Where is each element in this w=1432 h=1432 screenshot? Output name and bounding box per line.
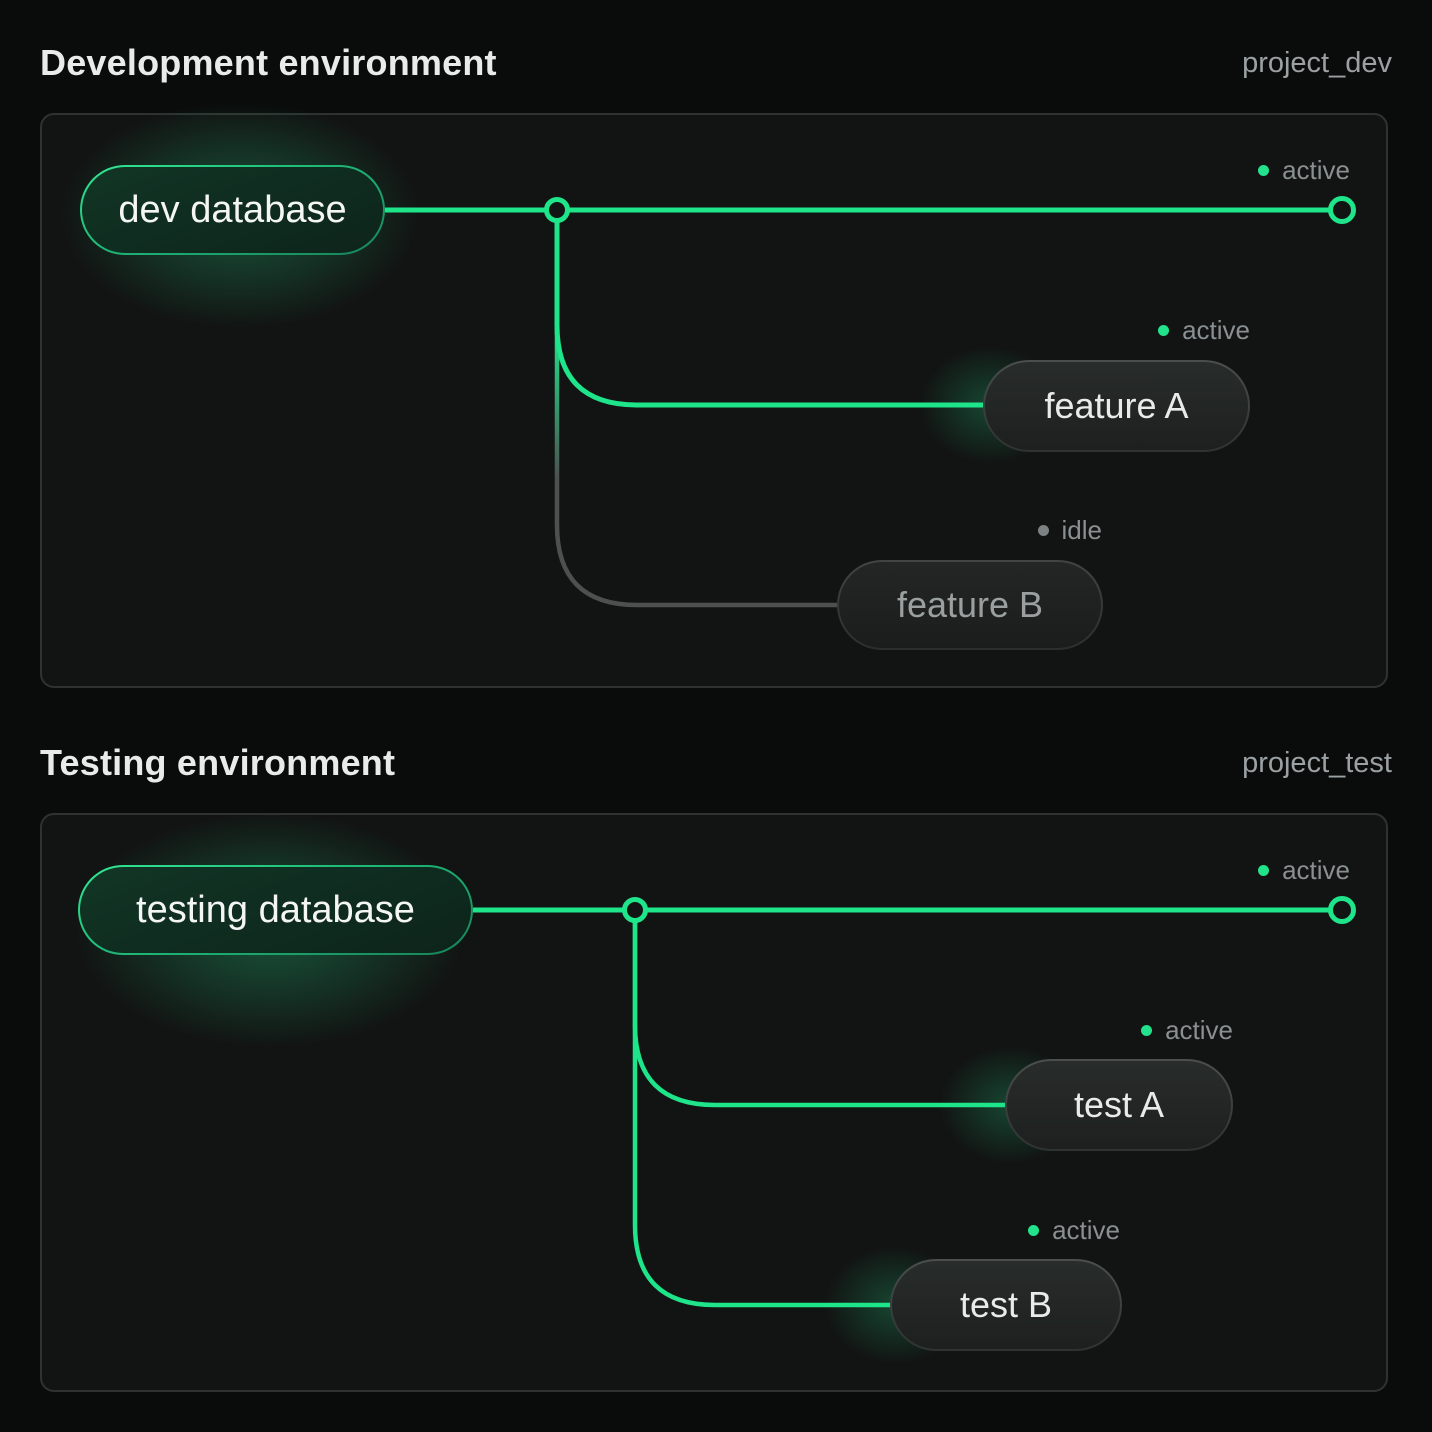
feature-b-label: feature B bbox=[839, 562, 1101, 648]
test-a-branch-line bbox=[635, 910, 1005, 1105]
test-a-label: test A bbox=[1007, 1061, 1231, 1149]
test-a-node[interactable]: test A bbox=[1005, 1059, 1233, 1151]
status-dot-icon bbox=[1141, 1025, 1152, 1036]
dev-main-status: active bbox=[1258, 155, 1350, 185]
feature-b-node[interactable]: feature B bbox=[837, 560, 1103, 650]
status-dot-icon bbox=[1158, 325, 1169, 336]
status-label: active bbox=[1165, 1015, 1233, 1046]
test-branch-head-node bbox=[1331, 899, 1354, 922]
status-label: active bbox=[1282, 155, 1350, 186]
dev-database-node[interactable]: dev database bbox=[80, 165, 385, 255]
testing-database-label: testing database bbox=[80, 867, 471, 953]
feature-b-status: idle bbox=[1038, 515, 1102, 545]
status-label: idle bbox=[1062, 515, 1102, 546]
dev-branch-head-node bbox=[1331, 199, 1354, 222]
status-label: active bbox=[1282, 855, 1350, 886]
feature-a-status: active bbox=[1158, 315, 1250, 345]
branching-diagram: Development environment project_dev Test… bbox=[0, 0, 1432, 1432]
testing-database-node[interactable]: testing database bbox=[78, 865, 473, 955]
test-b-branch-line bbox=[635, 910, 890, 1305]
test-b-node[interactable]: test B bbox=[890, 1259, 1122, 1351]
status-dot-icon bbox=[1258, 165, 1269, 176]
feature-a-label: feature A bbox=[985, 362, 1248, 450]
status-dot-icon bbox=[1028, 1225, 1039, 1236]
status-dot-icon bbox=[1038, 525, 1049, 536]
test-b-status: active bbox=[1028, 1215, 1120, 1245]
dev-database-label: dev database bbox=[82, 167, 383, 253]
test-branch-junction-node bbox=[625, 900, 646, 921]
test-main-status: active bbox=[1258, 855, 1350, 885]
dev-branch-junction-node bbox=[547, 200, 568, 221]
status-dot-icon bbox=[1258, 865, 1269, 876]
feature-a-node[interactable]: feature A bbox=[983, 360, 1250, 452]
feature-a-branch-line bbox=[557, 210, 983, 405]
test-a-status: active bbox=[1141, 1015, 1233, 1045]
status-label: active bbox=[1182, 315, 1250, 346]
test-b-label: test B bbox=[892, 1261, 1120, 1349]
status-label: active bbox=[1052, 1215, 1120, 1246]
